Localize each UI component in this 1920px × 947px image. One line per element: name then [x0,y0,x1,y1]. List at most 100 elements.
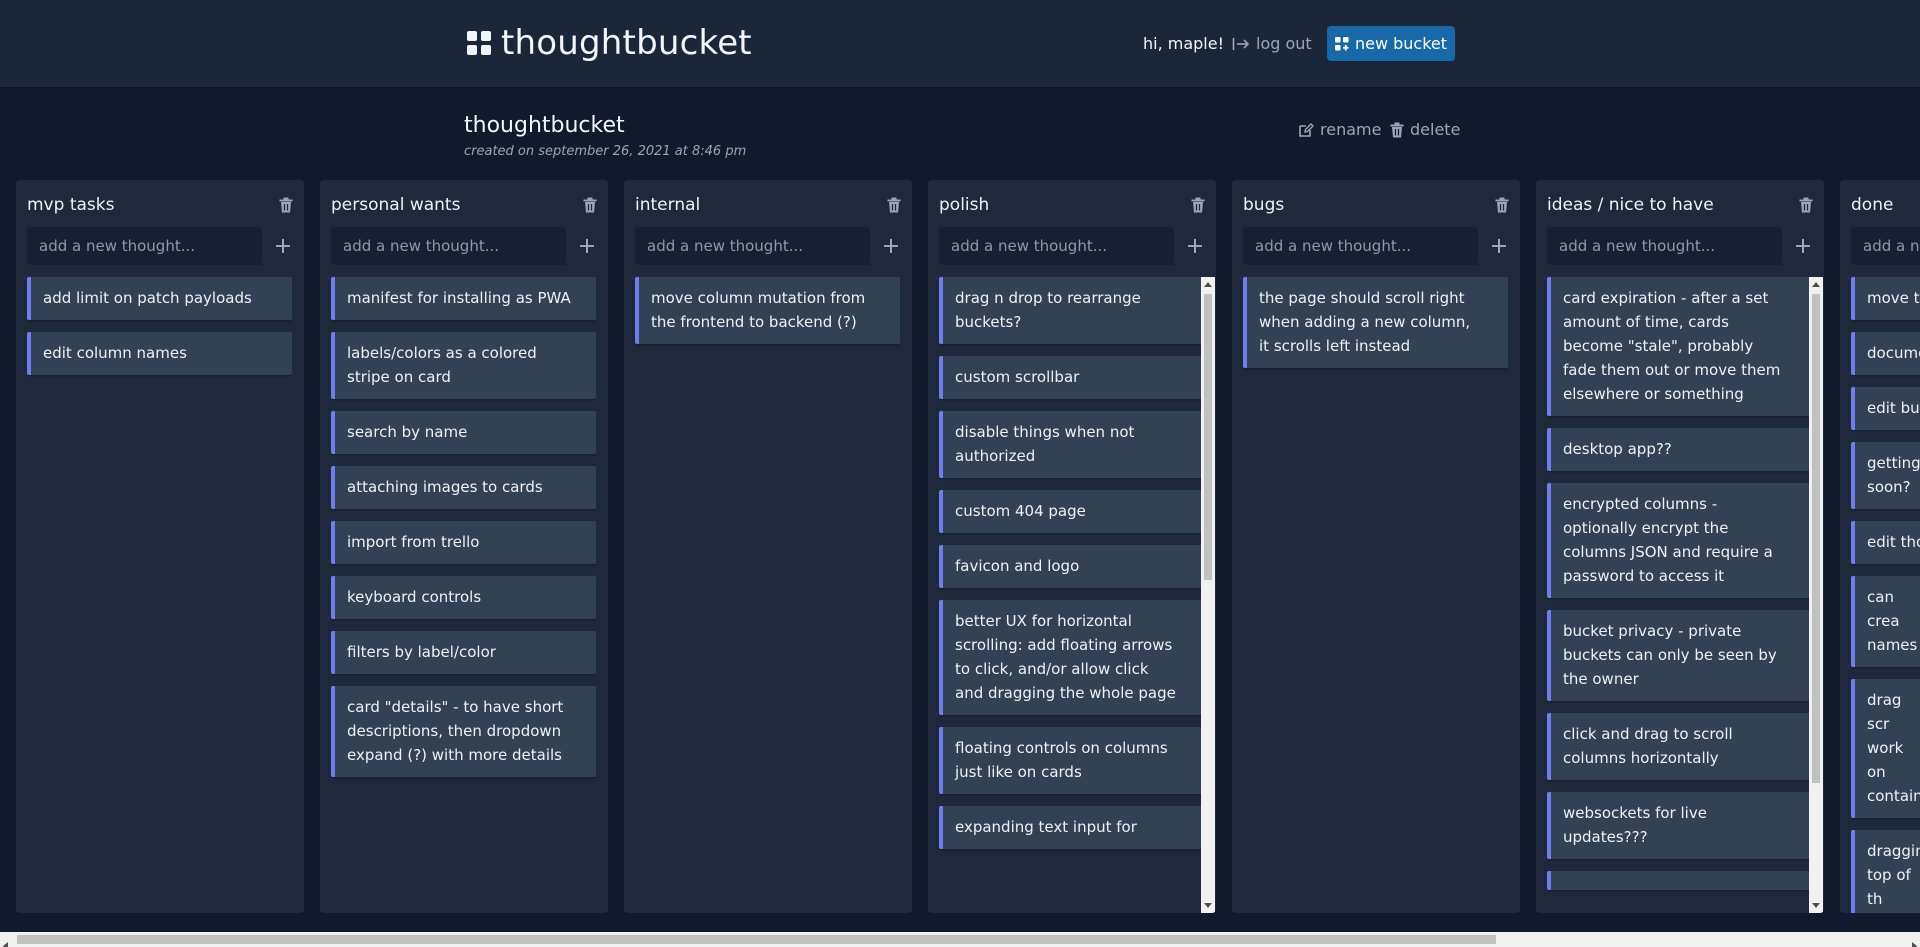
delete-column-button[interactable] [583,197,597,213]
thought-card[interactable]: better UX for horizontal scrolling: add … [939,600,1204,715]
thought-card[interactable]: docume [1851,332,1920,375]
thought-card[interactable]: can crea names [1851,576,1920,667]
thought-card[interactable]: getting soon? [1851,442,1920,509]
card-text: edit buc [1867,399,1920,417]
card-text: add limit on patch payloads [43,289,252,307]
trash-icon [887,197,901,213]
card-text: custom scrollbar [955,368,1080,386]
thought-card[interactable]: custom 404 page [939,490,1204,533]
thought-card[interactable]: labels/colors as a colored stripe on car… [331,332,596,399]
horizontal-scrollbar[interactable] [0,932,1920,947]
add-thought-input[interactable] [27,227,263,265]
card-text: search by name [347,423,468,441]
column: polish drag n drop to rearrange buckets?… [928,180,1216,913]
card-text: websockets for live updates??? [1563,804,1707,846]
brand-logo[interactable]: thoughtbucket [467,20,752,66]
card-text: move to [1867,289,1920,307]
column-title: polish [939,195,990,215]
scroll-down-arrow-icon[interactable] [1809,899,1823,913]
thought-card[interactable]: move to [1851,277,1920,320]
add-thought-button[interactable] [1489,236,1509,256]
add-bucket-icon [1334,36,1349,50]
card-text: import from trello [347,533,480,551]
thought-card[interactable]: encrypted columns - optionally encrypt t… [1547,483,1812,598]
delete-column-button[interactable] [887,197,901,213]
thought-card[interactable]: manifest for installing as PWA [331,277,596,320]
thought-card[interactable]: edit tho [1851,521,1920,564]
new-bucket-button[interactable]: new bucket [1327,26,1455,61]
add-thought-input[interactable] [1243,227,1479,265]
scroll-left-arrow-icon[interactable] [2,935,8,947]
card-text: keyboard controls [347,588,482,606]
thought-card[interactable]: click and drag to scroll columns horizon… [1547,713,1812,780]
plus-icon [276,239,291,253]
grid-icon [467,31,491,55]
thought-card[interactable]: custom scrollbar [939,356,1204,399]
thought-card[interactable]: dragging top of th already [1851,830,1920,913]
add-thought-input[interactable] [331,227,567,265]
card-list: add limit on patch payloads edit column … [27,277,292,913]
thought-card[interactable] [1547,871,1812,890]
card-text: favicon and logo [955,557,1080,575]
delete-bucket-button[interactable]: delete [1390,120,1460,139]
logout-link[interactable]: log out [1232,34,1312,53]
scroll-right-arrow-icon[interactable] [1912,935,1918,947]
plus-icon [1188,239,1203,253]
thought-card[interactable]: import from trello [331,521,596,564]
thought-card[interactable]: expanding text input for [939,806,1204,849]
thought-card[interactable]: keyboard controls [331,576,596,619]
add-thought-input[interactable] [635,227,871,265]
trash-icon [1799,197,1813,213]
delete-column-button[interactable] [1191,197,1205,213]
thought-card[interactable]: search by name [331,411,596,454]
column: internal move column mutation from the f… [624,180,912,913]
add-thought-button[interactable] [881,236,901,256]
thought-card[interactable]: drag scr work on containe [1851,679,1920,818]
column-scrollbar[interactable] [1201,277,1215,913]
thought-card[interactable]: drag n drop to rearrange buckets? [939,277,1204,344]
thought-card[interactable]: desktop app?? [1547,428,1812,471]
rename-button[interactable]: rename [1298,120,1381,139]
scroll-down-arrow-icon[interactable] [1201,899,1215,913]
thought-card[interactable]: edit buc [1851,387,1920,430]
card-text: edit tho [1867,533,1920,551]
add-thought-button[interactable] [1793,236,1813,256]
thought-card[interactable]: attaching images to cards [331,466,596,509]
thought-card[interactable]: websockets for live updates??? [1547,792,1812,859]
card-list: card expiration - after a set amount of … [1547,277,1812,913]
add-thought-input[interactable] [939,227,1175,265]
scrollbar-thumb[interactable] [1812,294,1820,783]
thought-card[interactable]: edit column names [27,332,292,375]
add-thought-input[interactable] [1547,227,1783,265]
add-thought-button[interactable] [577,236,597,256]
add-thought-button[interactable] [273,236,293,256]
add-thought-button[interactable] [1185,236,1205,256]
card-text: card expiration - after a set amount of … [1563,289,1781,403]
add-thought-input[interactable] [1851,227,1920,265]
card-text: desktop app?? [1563,440,1672,458]
thought-card[interactable]: move column mutation from the frontend t… [635,277,900,344]
thought-card[interactable]: add limit on patch payloads [27,277,292,320]
card-text: edit column names [43,344,187,362]
card-text: drag scr work on containe [1867,691,1920,805]
column: personal wants manifest for installing a… [320,180,608,913]
delete-column-button[interactable] [279,197,293,213]
thought-card[interactable]: card expiration - after a set amount of … [1547,277,1812,416]
scroll-up-arrow-icon[interactable] [1201,277,1215,291]
thought-card[interactable]: bucket privacy - private buckets can onl… [1547,610,1812,701]
scrollbar-thumb[interactable] [1204,294,1212,580]
delete-column-button[interactable] [1495,197,1509,213]
new-bucket-label: new bucket [1354,34,1448,53]
delete-column-button[interactable] [1799,197,1813,213]
card-text: move column mutation from the frontend t… [651,289,866,331]
scrollbar-thumb[interactable] [17,935,1496,944]
scroll-up-arrow-icon[interactable] [1809,277,1823,291]
thought-card[interactable]: card "details" - to have short descripti… [331,686,596,777]
thought-card[interactable]: favicon and logo [939,545,1204,588]
thought-card[interactable]: filters by label/color [331,631,596,674]
column-scrollbar[interactable] [1809,277,1823,913]
thought-card[interactable]: floating controls on columns just like o… [939,727,1204,794]
card-text: attaching images to cards [347,478,543,496]
thought-card[interactable]: the page should scroll right when adding… [1243,277,1508,368]
thought-card[interactable]: disable things when not authorized [939,411,1204,478]
